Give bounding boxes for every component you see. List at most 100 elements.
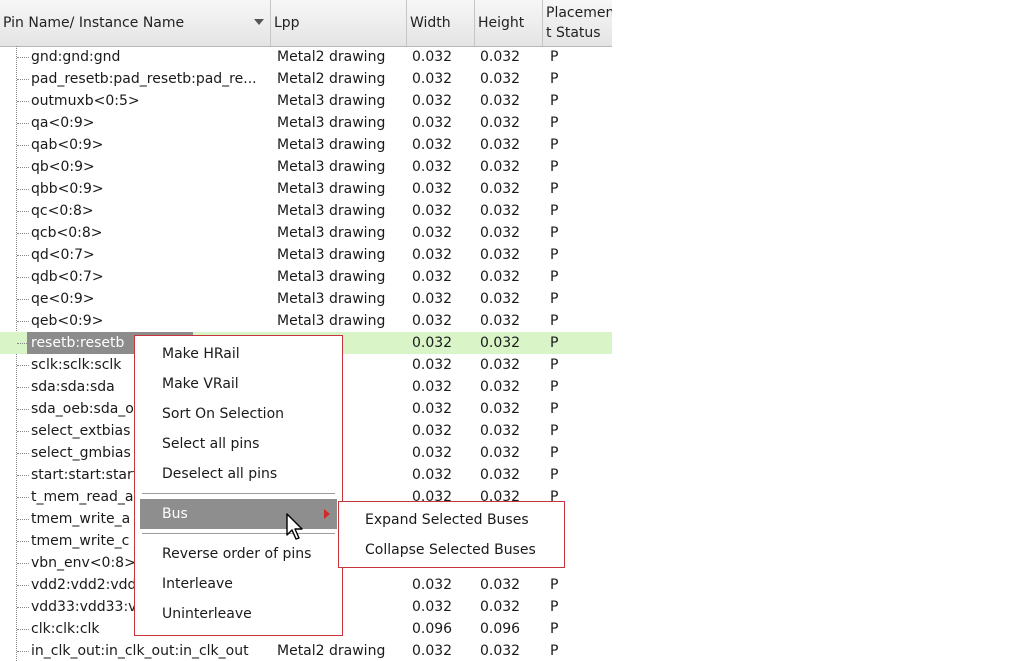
tree-branch-line: [17, 57, 29, 58]
table-header: Pin Name/ Instance Name Lpp Width Height…: [0, 0, 612, 47]
cell-height: 0.032: [480, 357, 521, 373]
cell-height: 0.032: [480, 115, 521, 131]
menu-item-reverse-order-of-pins[interactable]: Reverse order of pins: [140, 539, 337, 569]
cell-placement-status: P: [550, 599, 559, 615]
cell-width: 0.032: [412, 71, 453, 87]
cell-pin-name: qe<0:9>: [31, 291, 95, 307]
table-row[interactable]: qa<0:9> Metal3 drawing 0.032 0.032 P: [0, 112, 612, 134]
column-header-placement-status[interactable]: Placement Status: [543, 0, 612, 46]
table-row[interactable]: qcb<0:8> Metal3 drawing 0.032 0.032 P: [0, 222, 612, 244]
table-row[interactable]: qb<0:9> Metal3 drawing 0.032 0.032 P: [0, 156, 612, 178]
menu-separator: [142, 533, 335, 535]
cell-width: 0.032: [412, 423, 453, 439]
cell-width: 0.032: [412, 291, 453, 307]
table-row[interactable]: in_clk_out:in_clk_out:in_clk_out Metal2 d…: [0, 640, 612, 661]
menu-item-deselect-all-pins[interactable]: Deselect all pins: [140, 459, 337, 489]
cell-placement-status: P: [550, 159, 559, 175]
table-row[interactable]: qd<0:7> Metal3 drawing 0.032 0.032 P: [0, 244, 612, 266]
cell-placement-status: P: [550, 445, 559, 461]
tree-branch-line: [17, 585, 29, 586]
column-header-pin-name[interactable]: Pin Name/ Instance Name: [0, 0, 271, 46]
menu-item-bus[interactable]: Bus: [140, 499, 337, 529]
tree-branch-line: [17, 211, 29, 212]
cell-lpp: Metal3 drawing: [277, 115, 386, 131]
cell-pin-name: qab<0:9>: [31, 137, 104, 153]
menu-item-make-vrail[interactable]: Make VRail: [140, 369, 337, 399]
mouse-pointer-icon: [286, 513, 303, 540]
cell-pin-name: qd<0:7>: [31, 247, 95, 263]
table-row[interactable]: gnd:gnd:gnd Metal2 drawing 0.032 0.032 P: [0, 46, 612, 68]
table-row[interactable]: qdb<0:7> Metal3 drawing 0.032 0.032 P: [0, 266, 612, 288]
tree-branch-line: [17, 453, 29, 454]
menu-item-make-hrail[interactable]: Make HRail: [140, 339, 337, 369]
menu-item-uninterleave[interactable]: Uninterleave: [140, 599, 337, 629]
cell-placement-status: P: [550, 93, 559, 109]
cell-height: 0.032: [480, 379, 521, 395]
cell-height: 0.032: [480, 423, 521, 439]
tree-branch-line: [17, 409, 29, 410]
tree-branch-line: [17, 519, 29, 520]
cell-placement-status: P: [550, 203, 559, 219]
cell-height: 0.032: [480, 225, 521, 241]
cell-height: 0.032: [480, 401, 521, 417]
cell-height: 0.032: [480, 181, 521, 197]
cell-placement-status: P: [550, 577, 559, 593]
cell-pin-name: qbb<0:9>: [31, 181, 104, 197]
cell-placement-status: P: [550, 621, 559, 637]
cell-height: 0.032: [480, 137, 521, 153]
cell-width: 0.032: [412, 137, 453, 153]
cell-height: 0.032: [480, 291, 521, 307]
cell-width: 0.032: [412, 401, 453, 417]
cell-width: 0.032: [412, 313, 453, 329]
cell-width: 0.032: [412, 159, 453, 175]
tree-branch-line: [17, 321, 29, 322]
cell-width: 0.032: [412, 379, 453, 395]
cell-pin-name: qdb<0:7>: [31, 269, 104, 285]
tree-branch-line: [17, 189, 29, 190]
cell-height: 0.032: [480, 313, 521, 329]
tree-branch-line: [17, 563, 29, 564]
table-row[interactable]: qbb<0:9> Metal3 drawing 0.032 0.032 P: [0, 178, 612, 200]
table-row[interactable]: outmuxb<0:5> Metal3 drawing 0.032 0.032 P: [0, 90, 612, 112]
table-row[interactable]: qc<0:8> Metal3 drawing 0.032 0.032 P: [0, 200, 612, 222]
table-row[interactable]: qab<0:9> Metal3 drawing 0.032 0.032 P: [0, 134, 612, 156]
sort-indicator-icon[interactable]: [254, 19, 264, 25]
cell-height: 0.032: [480, 335, 521, 351]
cell-width: 0.032: [412, 269, 453, 285]
cell-lpp: Metal3 drawing: [277, 225, 386, 241]
cell-placement-status: P: [550, 71, 559, 87]
table-row[interactable]: qe<0:9> Metal3 drawing 0.032 0.032 P: [0, 288, 612, 310]
menu-separator: [142, 493, 335, 495]
tree-branch-line: [17, 145, 29, 146]
cell-placement-status: P: [550, 115, 559, 131]
tree-branch-line: [17, 167, 29, 168]
cell-lpp: Metal3 drawing: [277, 93, 386, 109]
menu-item-select-all-pins[interactable]: Select all pins: [140, 429, 337, 459]
tree-branch-line: [17, 651, 29, 652]
cell-pin-name: gnd:gnd:gnd: [31, 49, 121, 65]
cell-lpp: Metal3 drawing: [277, 181, 386, 197]
tree-branch-line: [17, 475, 29, 476]
submenu-item-collapse-selected-buses[interactable]: Collapse Selected Buses: [343, 535, 559, 565]
cell-height: 0.032: [480, 159, 521, 175]
column-header-width[interactable]: Width: [407, 0, 475, 46]
column-header-height[interactable]: Height: [475, 0, 543, 46]
table-row[interactable]: qeb<0:9> Metal3 drawing 0.032 0.032 P: [0, 310, 612, 332]
cell-width: 0.032: [412, 247, 453, 263]
menu-item-sort-on-selection[interactable]: Sort On Selection: [140, 399, 337, 429]
column-header-lpp[interactable]: Lpp: [271, 0, 407, 46]
menu-item-interleave[interactable]: Interleave: [140, 569, 337, 599]
submenu-item-expand-selected-buses[interactable]: Expand Selected Buses: [343, 505, 559, 535]
cell-width: 0.032: [412, 643, 453, 659]
table-row[interactable]: pad_resetb:pad_resetb:pad_re... Metal2 dr…: [0, 68, 612, 90]
cell-height: 0.032: [480, 203, 521, 219]
cell-placement-status: P: [550, 467, 559, 483]
tree-branch-line: [17, 431, 29, 432]
cell-width: 0.032: [412, 225, 453, 241]
cell-placement-status: P: [550, 313, 559, 329]
cell-lpp: Metal3 drawing: [277, 269, 386, 285]
cell-width: 0.032: [412, 93, 453, 109]
cell-lpp: Metal2 drawing: [277, 643, 386, 659]
context-menu: Make HRail Make VRail Sort On Selection Sel…: [134, 335, 343, 636]
cell-lpp: Metal3 drawing: [277, 137, 386, 153]
